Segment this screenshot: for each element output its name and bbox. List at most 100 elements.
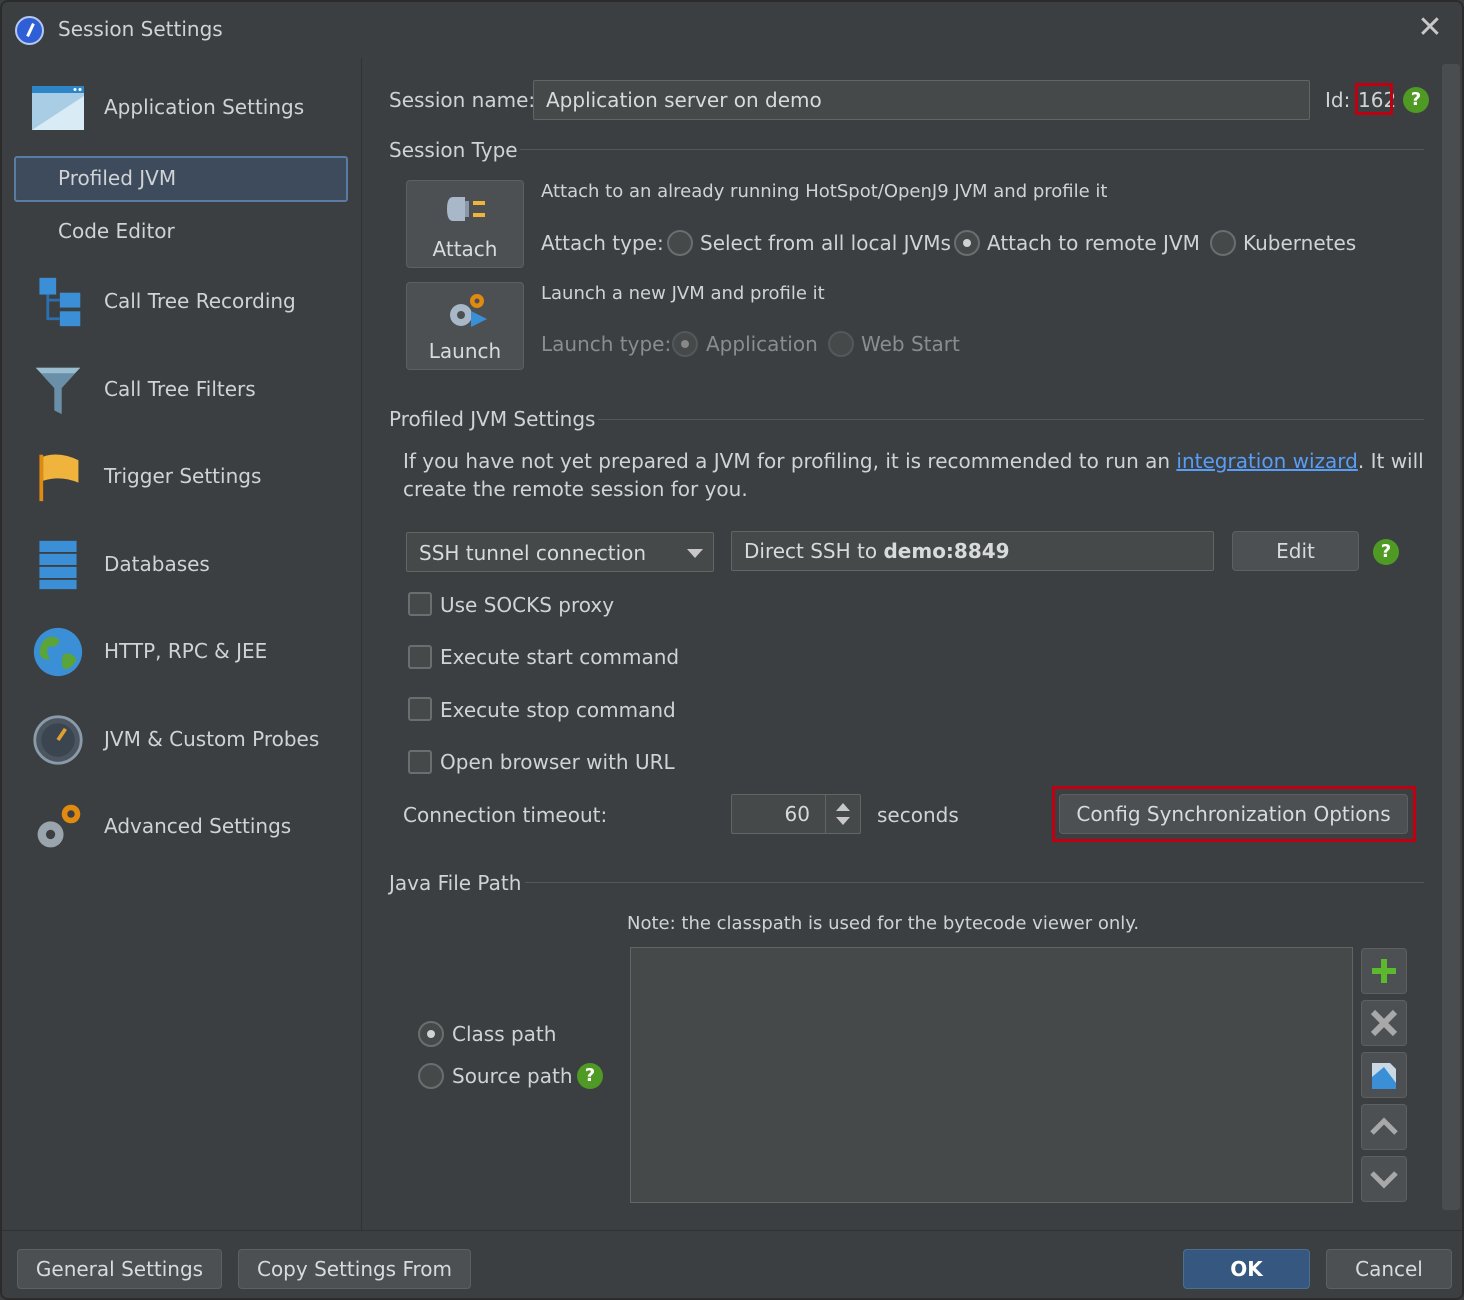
session-name-label: Session name: <box>389 88 536 112</box>
connection-timeout-label: Connection timeout: <box>403 803 608 827</box>
launch-button[interactable]: Launch <box>406 282 524 370</box>
chevron-down-icon <box>687 549 703 558</box>
vertical-scrollbar[interactable] <box>1442 64 1460 1210</box>
checkbox-label-stop-command: Execute stop command <box>440 698 676 722</box>
remove-path-button[interactable] <box>1361 1000 1407 1046</box>
general-settings-button[interactable]: General Settings <box>17 1249 222 1289</box>
checkbox-start-command[interactable] <box>408 645 432 669</box>
checkbox-stop-command[interactable] <box>408 697 432 721</box>
app-icon <box>15 16 44 45</box>
separator <box>520 149 1424 150</box>
integration-info-line2: create the remote session for you. <box>403 477 748 501</box>
delete-x-icon <box>1370 1009 1398 1037</box>
sidebar-item-label: JVM & Custom Probes <box>104 727 320 751</box>
sidebar-item-application-settings[interactable]: Application Settings <box>14 70 348 146</box>
session-id-label: Id: <box>1325 88 1351 112</box>
info-text: . It will <box>1357 449 1424 473</box>
radio-application[interactable] <box>672 331 698 357</box>
help-icon[interactable]: ? <box>1373 539 1399 565</box>
window-title: Session Settings <box>58 17 223 41</box>
id-highlight-box <box>1355 83 1393 115</box>
cancel-button[interactable]: Cancel <box>1326 1249 1452 1289</box>
sidebar-item-label: Call Tree Filters <box>104 377 256 401</box>
sidebar-item-call-tree-filters[interactable]: Call Tree Filters <box>14 352 348 428</box>
flag-icon <box>39 454 79 502</box>
checkbox-label-socks-proxy: Use SOCKS proxy <box>440 593 615 617</box>
path-list[interactable] <box>630 947 1353 1203</box>
edit-path-button[interactable] <box>1361 1052 1407 1098</box>
radio-kubernetes[interactable] <box>1210 230 1236 256</box>
sidebar-item-code-editor[interactable]: Code Editor <box>14 209 348 255</box>
radio-label-kubernetes: Kubernetes <box>1243 231 1357 255</box>
close-icon[interactable]: ✕ <box>1416 13 1444 43</box>
sidebar-item-databases[interactable]: Databases <box>14 527 348 603</box>
config-sync-highlight-box <box>1052 786 1416 842</box>
session-type-heading: Session Type <box>389 138 518 162</box>
sidebar-item-label: Application Settings <box>104 95 305 119</box>
sidebar-item-label: Trigger Settings <box>104 464 262 488</box>
add-path-button[interactable] <box>1361 948 1407 994</box>
attach-button[interactable]: Attach <box>406 180 524 268</box>
sidebar-item-label: HTTP, RPC & JEE <box>104 639 268 663</box>
database-icon <box>39 540 77 590</box>
radio-class-path[interactable] <box>418 1021 444 1047</box>
jvm-settings-heading: Profiled JVM Settings <box>389 407 596 431</box>
launch-button-label: Launch <box>428 339 502 363</box>
edit-button[interactable]: Edit <box>1232 531 1359 571</box>
attach-description: Attach to an already running HotSpot/Ope… <box>541 181 1108 202</box>
ok-button[interactable]: OK <box>1183 1249 1310 1289</box>
radio-label-local-jvms: Select from all local JVMs <box>700 231 951 255</box>
copy-settings-from-button[interactable]: Copy Settings From <box>238 1249 471 1289</box>
move-down-button[interactable] <box>1361 1156 1407 1202</box>
sidebar-item-call-tree-recording[interactable]: Call Tree Recording <box>14 264 348 340</box>
session-settings-dialog: Session Settings ✕ Application Settings … <box>0 0 1464 1300</box>
connection-host: demo:8849 <box>883 539 1010 563</box>
integration-info-line1: If you have not yet prepared a JVM for p… <box>403 449 1424 473</box>
radio-source-path[interactable] <box>418 1063 444 1089</box>
sidebar-item-label: Advanced Settings <box>104 814 292 838</box>
help-icon[interactable]: ? <box>1403 87 1429 113</box>
integration-wizard-link[interactable]: integration wizard <box>1176 449 1357 473</box>
sidebar-item-trigger-settings[interactable]: Trigger Settings <box>14 439 348 515</box>
move-up-button[interactable] <box>1361 1104 1407 1150</box>
radio-select-local-jvms[interactable] <box>667 230 693 256</box>
sidebar-item-profiled-jvm[interactable]: Profiled JVM <box>14 156 348 202</box>
checkbox-socks-proxy[interactable] <box>408 592 432 616</box>
info-text: If you have not yet prepared a JVM for p… <box>403 449 1177 473</box>
plug-icon <box>447 197 485 221</box>
file-edit-icon <box>1372 1063 1396 1089</box>
sidebar-item-advanced-settings[interactable]: Advanced Settings <box>14 789 348 865</box>
filter-funnel-icon <box>35 367 81 415</box>
radio-web-start[interactable] <box>828 331 854 357</box>
radio-attach-remote-jvm[interactable] <box>954 230 980 256</box>
checkbox-open-browser[interactable] <box>408 750 432 774</box>
plus-icon <box>1372 959 1396 983</box>
separator <box>598 419 1424 420</box>
session-name-input[interactable]: Application server on demo <box>533 80 1310 120</box>
checkbox-label-start-command: Execute start command <box>440 645 680 669</box>
sidebar-item-label: Call Tree Recording <box>104 289 296 313</box>
separator <box>525 882 1424 883</box>
attach-type-label: Attach type: <box>541 231 664 255</box>
connection-target-field: Direct SSH to demo:8849 <box>731 531 1214 571</box>
title-bar: Session Settings ✕ <box>2 2 1462 58</box>
dialog-footer: General Settings Copy Settings From OK C… <box>2 1230 1462 1298</box>
checkbox-label-open-browser: Open browser with URL <box>440 750 675 774</box>
help-icon[interactable]: ? <box>577 1063 603 1089</box>
sidebar: Application Settings Profiled JVM Code E… <box>2 58 362 1230</box>
application-window-icon <box>32 86 84 130</box>
connection-prefix: Direct SSH to <box>744 539 884 563</box>
java-file-path-heading: Java File Path <box>389 871 522 895</box>
gears-icon <box>37 804 81 848</box>
sidebar-item-label: Profiled JVM <box>58 166 177 190</box>
sidebar-item-http-rpc-jee[interactable]: HTTP, RPC & JEE <box>14 614 348 690</box>
call-tree-icon <box>39 277 81 327</box>
connection-type-dropdown[interactable]: SSH tunnel connection <box>406 532 714 572</box>
spinner-arrows-icon[interactable] <box>825 795 861 833</box>
radio-label-application: Application <box>706 332 818 356</box>
sidebar-item-jvm-custom-probes[interactable]: JVM & Custom Probes <box>14 702 348 778</box>
globe-icon <box>33 627 83 677</box>
launch-type-label: Launch type: <box>541 332 672 356</box>
radio-label-source-path: Source path <box>452 1064 573 1088</box>
sidebar-item-label: Databases <box>104 552 210 576</box>
